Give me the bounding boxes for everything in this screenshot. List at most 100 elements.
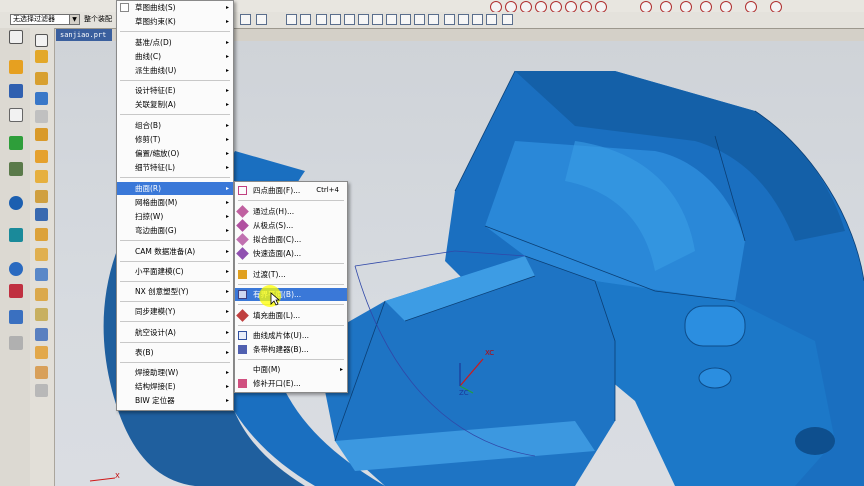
view-icon[interactable] (300, 14, 311, 25)
zc-axis-label: ZC (459, 389, 469, 397)
line-icon[interactable] (344, 14, 355, 25)
point-icon[interactable] (472, 14, 483, 25)
edge-blend-icon[interactable] (35, 248, 48, 261)
menu-item-trim[interactable]: 修剪(T) ▸ (117, 133, 233, 146)
menu-item-nx-realize-shape[interactable]: NX 创意塑型(Y) ▸ (117, 285, 233, 298)
menu-item-weld-assistant[interactable]: 焊接助理(W) ▸ (117, 366, 233, 379)
curve-icon[interactable] (372, 14, 383, 25)
menu-item-combine[interactable]: 组合(B) ▸ (117, 119, 233, 132)
menu-item-datum-point[interactable]: 基准/点(D) ▸ (117, 36, 233, 49)
library-icon[interactable] (9, 136, 23, 150)
boss-icon[interactable] (35, 170, 48, 183)
menu-separator (120, 240, 230, 241)
select-box-icon[interactable] (256, 14, 267, 25)
select-icon[interactable] (240, 14, 251, 25)
trim-icon[interactable] (35, 308, 48, 321)
view-icon[interactable] (286, 14, 297, 25)
menu-item-label: 通过点(H)... (253, 207, 295, 216)
menu-item-table[interactable]: 表(B) ▸ (117, 346, 233, 359)
menu-item-fit-surface[interactable]: 拟合曲面(C)... (235, 233, 347, 246)
circle-icon[interactable] (414, 14, 425, 25)
menu-item-structure-weld[interactable]: 结构焊接(E) ▸ (117, 380, 233, 393)
menu-item-facet-modeling[interactable]: 小平面建模(C) ▸ (117, 265, 233, 278)
menu-item-sketch-constraint[interactable]: 草图约束(K) ▸ (117, 15, 233, 28)
curve-icon[interactable] (386, 14, 397, 25)
pad-icon[interactable] (35, 208, 48, 221)
menu-item-biw-locator[interactable]: BIW 定位器 ▸ (117, 394, 233, 407)
menu-item-through-points[interactable]: 通过点(H)... (235, 205, 347, 218)
menu-item-surface[interactable]: 曲面(R) ▸ (117, 182, 233, 195)
snap-point-icon[interactable] (316, 14, 327, 25)
menu-item-label: 表(B) (135, 348, 154, 357)
menu-item-patch-openings[interactable]: 修补开口(E)... (235, 377, 347, 390)
menu-item-derived-curve[interactable]: 派生曲线(U) ▸ (117, 64, 233, 77)
extrude-icon[interactable] (35, 50, 48, 63)
menu-item-label: 修补开口(E)... (253, 379, 301, 388)
role-icon[interactable] (9, 310, 23, 324)
hole-icon[interactable] (35, 150, 48, 163)
menu-separator (120, 321, 230, 322)
circle-icon[interactable] (400, 14, 411, 25)
line-icon[interactable] (330, 14, 341, 25)
menu-item-detail-feature[interactable]: 细节特征(L) ▸ (117, 161, 233, 174)
menu-item-aero-design[interactable]: 航空设计(A) ▸ (117, 326, 233, 339)
pocket-icon[interactable] (35, 190, 48, 203)
tab-part-file[interactable]: sanjiao.prt (56, 29, 112, 41)
gear-icon[interactable] (9, 30, 23, 44)
chevron-down-icon[interactable]: ▼ (69, 15, 79, 24)
mirror-icon[interactable] (35, 346, 48, 359)
menu-separator (238, 284, 344, 285)
clock-icon[interactable] (9, 262, 23, 276)
shell-icon[interactable] (35, 268, 48, 281)
menu-item-curve[interactable]: 曲线(C) ▸ (117, 50, 233, 63)
menu-item-fill-surface[interactable]: 填充曲面(L)... (235, 309, 347, 322)
subtract-icon[interactable] (35, 384, 48, 397)
menu-item-sweep[interactable]: 扫掠(W) ▸ (117, 210, 233, 223)
constraint-icon[interactable] (9, 84, 23, 98)
menu-item-ribbon-builder[interactable]: 条带构建器(B)... (235, 343, 347, 356)
menu-item-label: 网格曲面(M) (135, 198, 178, 207)
type-filter-select[interactable]: 无选择过滤器 ▼ (10, 14, 80, 25)
cone-icon[interactable] (35, 128, 48, 141)
menu-item-rapid-surfacing[interactable]: 快速造面(A)... (235, 247, 347, 260)
assembly-icon[interactable] (9, 108, 23, 122)
menu-item-mesh-surface[interactable]: 网格曲面(M) ▸ (117, 196, 233, 209)
menu-separator (120, 301, 230, 302)
point-icon[interactable] (486, 14, 497, 25)
menu-item-sync-modeling[interactable]: 同步建模(Y) ▸ (117, 305, 233, 318)
palette-icon[interactable] (9, 284, 23, 298)
sketch-icon[interactable] (35, 34, 48, 47)
bounded-plane-icon (238, 290, 247, 299)
cylinder-icon[interactable] (35, 110, 48, 123)
menu-item-sketch-curve[interactable]: 草图曲线(S) ▸ (117, 1, 233, 14)
pattern-icon[interactable] (35, 328, 48, 341)
scope-filter-select[interactable]: 整个装配 (84, 14, 116, 25)
line-icon[interactable] (458, 14, 469, 25)
menu-item-design-feature[interactable]: 设计特征(E) ▸ (117, 84, 233, 97)
web-icon[interactable] (9, 196, 23, 210)
chamfer-icon[interactable] (35, 228, 48, 241)
menu-item-associative-copy[interactable]: 关联复制(A) ▸ (117, 98, 233, 111)
revolve-icon[interactable] (35, 72, 48, 85)
plus-icon[interactable] (444, 14, 455, 25)
menu-item-flange-surface[interactable]: 弯边曲面(G) ▸ (117, 224, 233, 237)
part-navigator-icon[interactable] (9, 60, 23, 74)
system-icon[interactable] (9, 336, 23, 350)
menu-item-curve-to-sheet[interactable]: 曲线成片体(U)... (235, 329, 347, 342)
menu-item-bounded-plane[interactable]: 有界平面(B)... (235, 288, 347, 301)
circle-icon[interactable] (428, 14, 439, 25)
menu-item-transition[interactable]: 过渡(T)... (235, 268, 347, 281)
eye-icon[interactable] (9, 162, 23, 176)
menu-item-from-poles[interactable]: 从极点(S)... (235, 219, 347, 232)
unite-icon[interactable] (35, 366, 48, 379)
grid-icon[interactable] (502, 14, 513, 25)
arc-icon[interactable] (358, 14, 369, 25)
draft-icon[interactable] (35, 288, 48, 301)
menu-item-midsurface[interactable]: 中面(M) ▸ (235, 363, 347, 376)
submenu-arrow-icon: ▸ (225, 248, 229, 255)
menu-item-offset-scale[interactable]: 偏置/缩放(O) ▸ (117, 147, 233, 160)
history-icon[interactable] (9, 228, 23, 242)
block-icon[interactable] (35, 92, 48, 105)
menu-item-four-point-surface[interactable]: 四点曲面(F)... Ctrl+4 (235, 184, 347, 197)
menu-item-cam-prep[interactable]: CAM 数据准备(A) ▸ (117, 245, 233, 258)
